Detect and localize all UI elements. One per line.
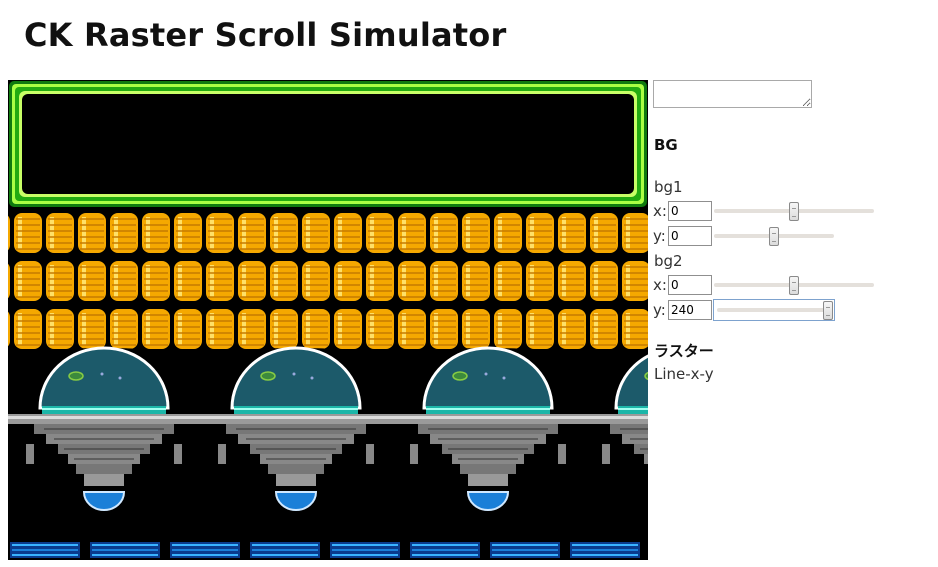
bg2-x-row: x:	[653, 274, 874, 296]
bg1-y-input[interactable]	[668, 226, 712, 246]
coin-rows	[8, 213, 648, 349]
bg2-y-label: y:	[653, 301, 666, 319]
bg2-y-slider-track	[717, 308, 831, 312]
bg1-x-label: x:	[653, 202, 667, 220]
memo-textarea[interactable]	[653, 80, 812, 108]
page-title: CK Raster Scroll Simulator	[24, 16, 507, 54]
bg2-y-slider[interactable]	[713, 299, 835, 321]
bg1-x-slider-thumb[interactable]	[789, 202, 799, 221]
bg1-x-input[interactable]	[668, 201, 712, 221]
status-frame	[9, 81, 647, 207]
bg2-label: bg2	[654, 252, 683, 270]
bg-section-title: BG	[654, 136, 678, 154]
bg1-y-label: y:	[653, 227, 666, 245]
bg1-x-slider[interactable]	[714, 201, 874, 221]
raster-section-title: ラスター	[654, 342, 714, 360]
bg2-y-input[interactable]	[668, 300, 712, 320]
raster-format-text: Line-x-y	[654, 365, 714, 383]
raster-canvas[interactable]	[8, 80, 648, 560]
bg1-x-row: x:	[653, 200, 874, 222]
bg2-y-row: y:	[653, 299, 835, 321]
scene-svg	[8, 80, 648, 560]
bg2-y-slider-thumb[interactable]	[823, 301, 833, 320]
bg1-label: bg1	[654, 178, 683, 196]
water-stripe	[8, 542, 648, 560]
bg2-x-slider[interactable]	[714, 275, 874, 295]
bg2-x-input[interactable]	[668, 275, 712, 295]
bg2-x-slider-thumb[interactable]	[789, 276, 799, 295]
bg1-y-slider[interactable]	[714, 226, 834, 246]
bg1-y-slider-thumb[interactable]	[769, 227, 779, 246]
bg2-x-label: x:	[653, 276, 667, 294]
bg1-y-row: y:	[653, 225, 834, 247]
